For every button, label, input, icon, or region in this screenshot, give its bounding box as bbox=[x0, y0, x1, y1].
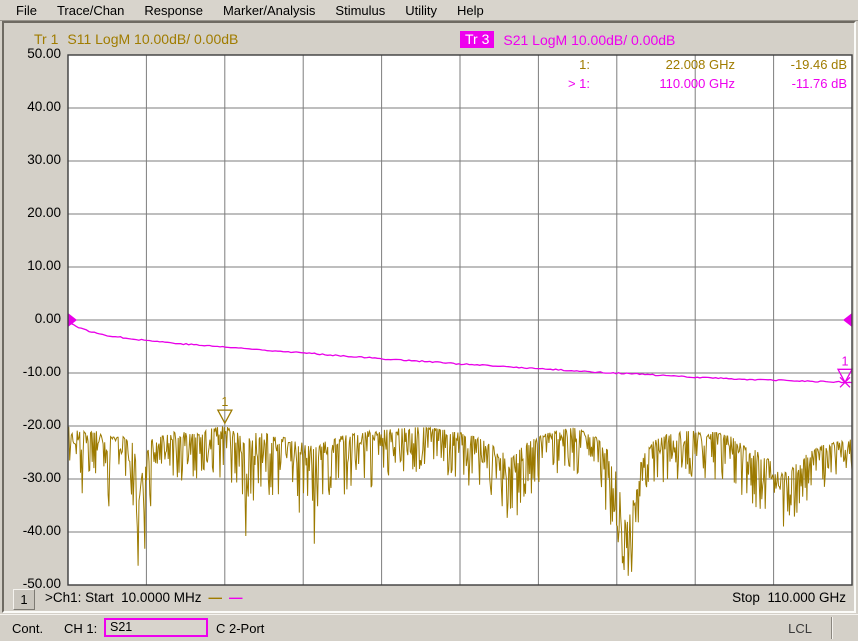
y-axis-label: -30.00 bbox=[0, 470, 61, 485]
y-axis-label: 50.00 bbox=[0, 46, 61, 61]
marker-number: > 1: bbox=[558, 76, 590, 94]
stimulus-start-readout: >Ch1: Start 10.0000 MHz — — bbox=[45, 590, 242, 605]
menu-item-stimulus[interactable]: Stimulus bbox=[325, 1, 395, 20]
trace1-status[interactable]: Tr 1 S11 LogM 10.00dB/ 0.00dB bbox=[34, 31, 238, 47]
sweep-mode-status: Cont. bbox=[12, 621, 43, 636]
marker-value: -11.76 dB bbox=[735, 76, 847, 94]
marker-readout-trace3: > 1: 110.000 GHz -11.76 dB bbox=[558, 76, 847, 94]
menu-item-file[interactable]: File bbox=[6, 1, 47, 20]
y-axis-label: 20.00 bbox=[0, 205, 61, 220]
channel-label: CH 1: bbox=[64, 621, 97, 636]
y-axis-label: -20.00 bbox=[0, 417, 61, 432]
trace1-format-label: S11 LogM 10.00dB/ 0.00dB bbox=[67, 31, 238, 47]
start-label: >Ch1: Start 10.0000 MHz bbox=[45, 590, 201, 605]
marker-value: -19.46 dB bbox=[735, 57, 847, 75]
marker-label: 1 bbox=[221, 395, 228, 409]
marker-readout-trace1: 1: 22.008 GHz -19.46 dB bbox=[558, 57, 847, 75]
menu-item-marker-analysis[interactable]: Marker/Analysis bbox=[213, 1, 325, 20]
menu-item-trace-chan[interactable]: Trace/Chan bbox=[47, 1, 134, 20]
y-axis-label: 30.00 bbox=[0, 152, 61, 167]
y-axis-label: 0.00 bbox=[0, 311, 61, 326]
channel-1-badge[interactable]: 1 bbox=[13, 589, 35, 610]
local-remote-status: LCL bbox=[788, 621, 812, 636]
trace3-color-key-icon: — bbox=[229, 590, 243, 605]
status-bar: Cont. CH 1: S21 C 2-Port LCL bbox=[0, 614, 858, 641]
marker-frequency: 110.000 GHz bbox=[590, 76, 735, 94]
measurement-field[interactable]: S21 bbox=[104, 618, 208, 637]
graticule-and-traces[interactable]: 11 bbox=[67, 54, 853, 586]
plot-area[interactable]: 11 bbox=[67, 54, 853, 591]
y-axis-label: 40.00 bbox=[0, 99, 61, 114]
y-axis-label: -40.00 bbox=[0, 523, 61, 538]
marker-label: 1 bbox=[842, 354, 849, 368]
trace1-color-key-icon: — bbox=[208, 590, 222, 605]
statusbar-divider bbox=[831, 617, 832, 639]
marker-number: 1: bbox=[558, 57, 590, 75]
marker-frequency: 22.008 GHz bbox=[590, 57, 735, 75]
menu-item-utility[interactable]: Utility bbox=[395, 1, 447, 20]
trace3-format-label: S21 LogM 10.00dB/ 0.00dB bbox=[503, 32, 675, 48]
y-axis-label: -10.00 bbox=[0, 364, 61, 379]
menu-item-help[interactable]: Help bbox=[447, 1, 494, 20]
menu-bar: File Trace/Chan Response Marker/Analysis… bbox=[0, 0, 858, 21]
stimulus-stop-readout: Stop 110.000 GHz bbox=[732, 590, 846, 605]
trace1-tag: Tr 1 bbox=[34, 31, 58, 47]
cal-status: C 2-Port bbox=[216, 621, 264, 636]
trace3-status[interactable]: Tr 3 S21 LogM 10.00dB/ 0.00dB bbox=[460, 31, 675, 48]
y-axis-label: 10.00 bbox=[0, 258, 61, 273]
menu-item-response[interactable]: Response bbox=[134, 1, 213, 20]
trace3-active-tag: Tr 3 bbox=[460, 31, 494, 48]
